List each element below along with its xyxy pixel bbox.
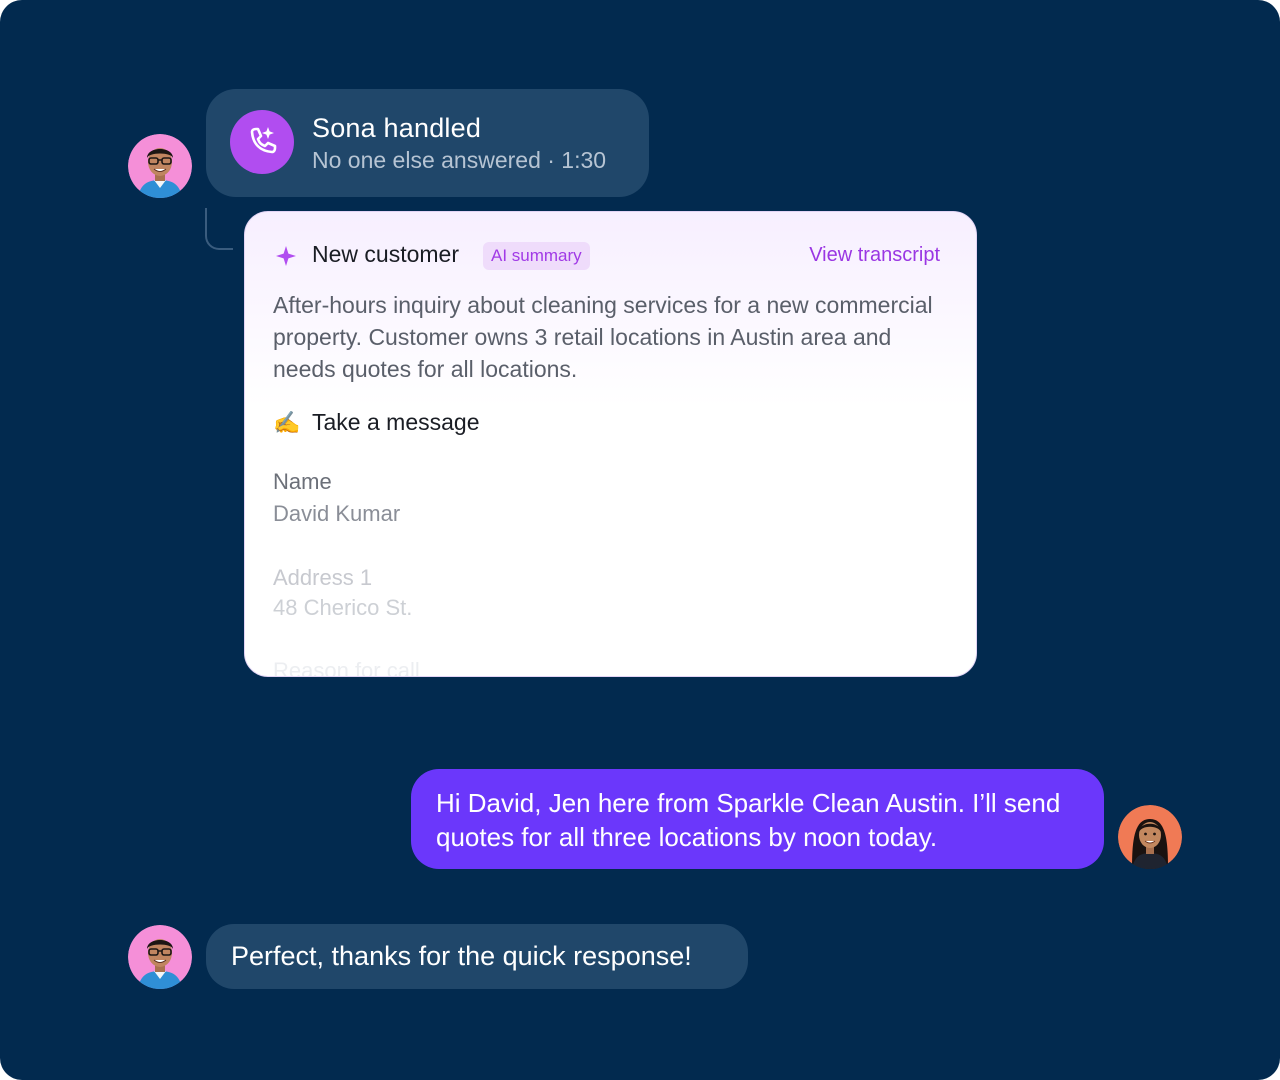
card-title: New customer [312, 241, 459, 267]
field-label-name: Name [273, 469, 332, 494]
customer-avatar[interactable] [128, 134, 192, 198]
agent-avatar[interactable] [1118, 805, 1182, 869]
field-label-reason: Reason for call [273, 658, 420, 677]
thread-connector [205, 208, 233, 250]
ai-summary-badge: AI summary [483, 242, 590, 270]
customer-avatar[interactable] [128, 925, 192, 989]
writing-hand-icon: ✍️ [273, 410, 301, 435]
summary-text: After-hours inquiry about cleaning servi… [273, 292, 933, 382]
sparkle-icon [276, 246, 296, 266]
field-value-name: David Kumar [273, 501, 401, 526]
phone-sparkle-icon [230, 110, 294, 174]
chat-canvas: Sona handled No one else answered · 1:30… [0, 0, 1280, 1080]
outgoing-message[interactable]: Hi David, Jen here from Sparkle Clean Au… [411, 769, 1104, 869]
field-label-address: Address 1 [273, 565, 373, 590]
incoming-message[interactable]: Perfect, thanks for the quick response! [206, 924, 748, 989]
take-message-title: Take a message [312, 409, 480, 435]
call-subtitle: No one else answered · 1:30 [312, 147, 607, 173]
call-summary-bubble[interactable]: Sona handled No one else answered · 1:30 [206, 89, 649, 197]
view-transcript-link[interactable]: View transcript [809, 244, 940, 267]
call-title: Sona handled [312, 113, 482, 143]
field-value-address: 48 Cherico St. [273, 595, 413, 620]
ai-summary-card: New customer AI summary View transcript … [244, 211, 977, 677]
